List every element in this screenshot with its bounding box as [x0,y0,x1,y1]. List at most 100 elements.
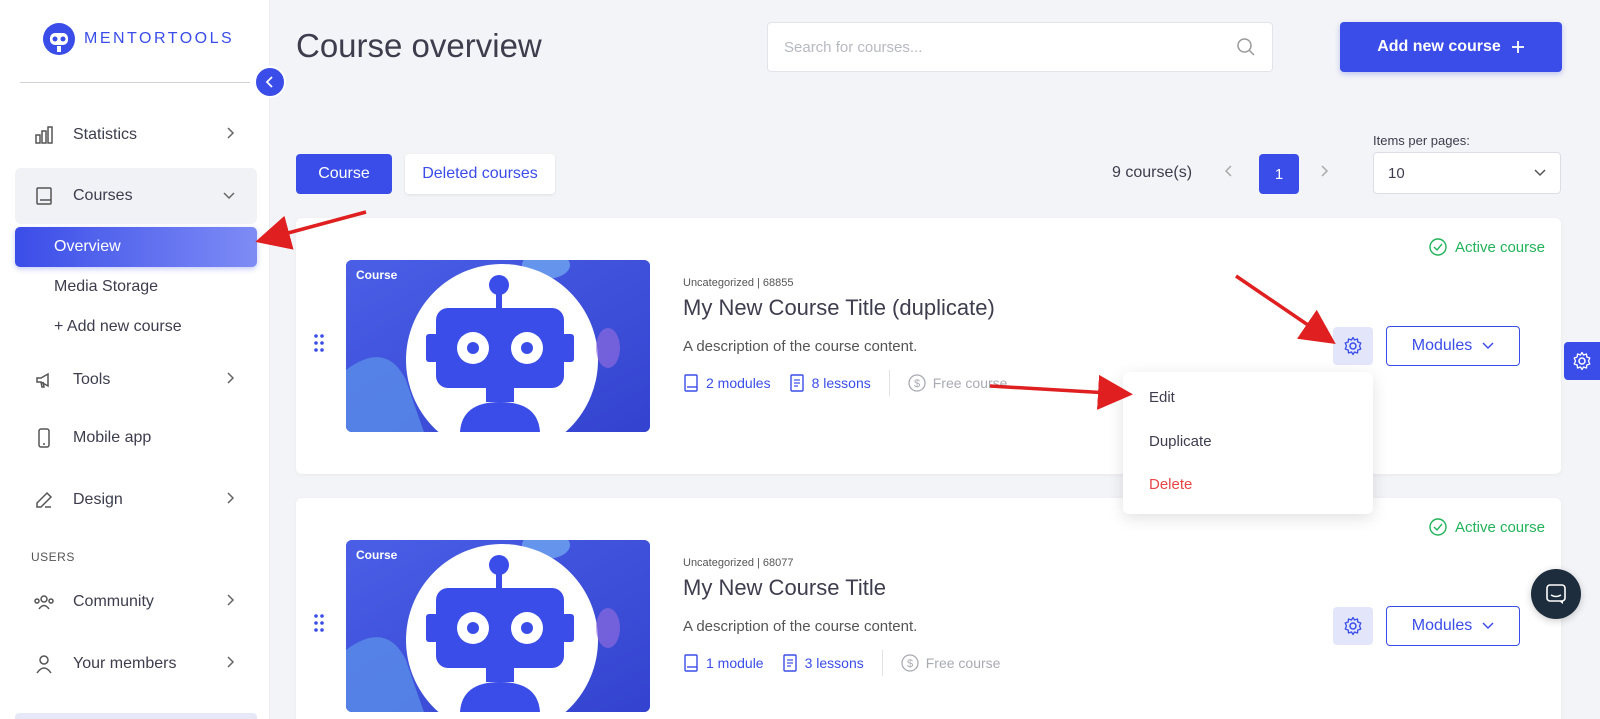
dollar-icon: $ [908,374,926,392]
modules-dropdown-button[interactable]: Modules [1386,606,1520,646]
sidebar-item-mobile-app[interactable]: Mobile app [15,410,257,466]
course-category: Uncategorized | 68855 [683,277,794,289]
course-card: Course Uncategorized | 68077 My New Cour… [296,498,1561,719]
gear-icon [1344,336,1362,356]
course-title[interactable]: My New Course Title [683,575,886,601]
items-per-page-label: Items per pages: [1373,133,1470,148]
course-stats: 2 modules 8 lessons $ Free course [683,370,1025,396]
sidebar-next-item [15,713,257,719]
chevron-down-icon [1482,622,1494,630]
side-settings-button[interactable] [1564,342,1600,380]
thumbnail-label: Course [356,268,398,282]
sidebar-item-statistics[interactable]: Statistics [15,107,257,163]
course-thumbnail[interactable]: Course [346,540,650,712]
modules-button-label: Modules [1411,617,1473,634]
settings-button[interactable] [1333,607,1373,645]
divider [888,370,890,396]
tab-course[interactable]: Course [296,154,392,194]
brand-logo[interactable]: MENTORTOOLS [42,22,234,56]
status-label: Active course [1454,238,1545,256]
modules-count[interactable]: 2 modules [683,374,771,392]
add-new-course-button[interactable]: Add new course [1340,22,1562,72]
search-icon[interactable] [1236,37,1256,57]
price-info: $ Free course [901,654,1001,672]
sidebar-item-label: Statistics [73,126,138,143]
page-title: Course overview [296,27,542,64]
drag-handle-icon[interactable] [314,614,324,637]
course-description: A description of the course content. [683,338,918,355]
dollar-icon: $ [901,654,919,672]
drag-handle-icon[interactable] [314,334,324,357]
chevron-left-icon [1224,165,1232,177]
settings-button[interactable] [1333,327,1373,365]
sidebar-item-courses[interactable]: Courses [15,168,257,224]
status-label: Active course [1454,518,1545,536]
modules-count[interactable]: 1 module [683,654,764,672]
sidebar-subitem-media-storage[interactable]: Media Storage [54,278,158,296]
lessons-count[interactable]: 8 lessons [789,374,871,392]
lessons-count[interactable]: 3 lessons [782,654,864,672]
document-icon [789,374,804,392]
status-badge: Active course [1429,518,1545,536]
items-per-page-select[interactable]: 10 [1373,152,1561,194]
section-label-users: USERS [31,550,75,564]
divider [20,82,250,83]
price-info: $ Free course [908,374,1008,392]
pagination-page-current[interactable]: 1 [1259,154,1299,194]
items-per-page-value: 10 [1388,164,1405,182]
plus-icon [1511,41,1524,53]
sidebar-item-tools[interactable]: Tools [15,352,257,408]
sidebar-subitem-add-course[interactable]: + Add new course [54,318,182,336]
modules-count-label: 2 modules [706,375,771,391]
modules-dropdown-button[interactable]: Modules [1386,326,1520,366]
sidebar-item-label: Design [73,491,123,508]
chevron-right-icon [225,655,235,673]
chevron-right-icon [225,593,235,611]
course-stats: 1 module 3 lessons $ Free course [683,650,1018,676]
chevron-down-icon [1482,342,1494,350]
book-icon [684,374,698,392]
course-thumbnail[interactable]: Course [346,260,650,432]
course-title[interactable]: My New Course Title (duplicate) [683,295,995,321]
collapse-sidebar-button[interactable] [254,66,286,98]
megaphone-icon [33,369,55,391]
course-category: Uncategorized | 68077 [683,557,794,569]
chevron-right-icon [225,371,235,389]
divider [881,650,883,676]
robot-logo-icon [43,23,75,55]
modules-count-label: 1 module [706,655,764,671]
bar-chart-icon [33,124,55,146]
tab-deleted-courses[interactable]: Deleted courses [405,154,555,194]
svg-text:$: $ [907,658,913,670]
sidebar-item-community[interactable]: Community [15,574,257,630]
thumbnail-label: Course [356,548,398,562]
menu-item-delete[interactable]: Delete [1149,476,1192,493]
course-description: A description of the course content. [683,618,918,635]
lessons-count-label: 8 lessons [811,375,871,391]
sidebar-item-label: Courses [73,187,133,204]
phone-icon [33,427,55,449]
search-input[interactable] [784,38,1236,56]
user-icon [33,653,55,675]
sidebar-item-your-members[interactable]: Your members [15,636,257,692]
sidebar-item-label: Tools [73,371,111,388]
modules-button-label: Modules [1411,337,1473,354]
brand-name: MENTORTOOLS [84,30,235,47]
chevron-left-icon [265,76,273,88]
chat-button[interactable] [1531,569,1581,619]
sidebar-item-design[interactable]: Design [15,472,257,528]
gear-icon [1344,616,1362,636]
sidebar-item-label: Your members [73,655,177,672]
menu-item-duplicate[interactable]: Duplicate [1149,433,1212,450]
menu-item-edit[interactable]: Edit [1149,389,1175,406]
book-icon [684,654,698,672]
chevron-right-icon [225,126,235,144]
search-box [767,22,1273,72]
sidebar-subitem-overview[interactable]: Overview [15,227,257,267]
price-label: Free course [925,655,1001,671]
pagination-next-button[interactable] [1319,164,1329,183]
sidebar-item-label: Mobile app [73,429,152,446]
pagination-prev-button[interactable] [1224,164,1234,183]
course-count: 9 course(s) [1112,164,1193,181]
price-label: Free course [932,375,1008,391]
